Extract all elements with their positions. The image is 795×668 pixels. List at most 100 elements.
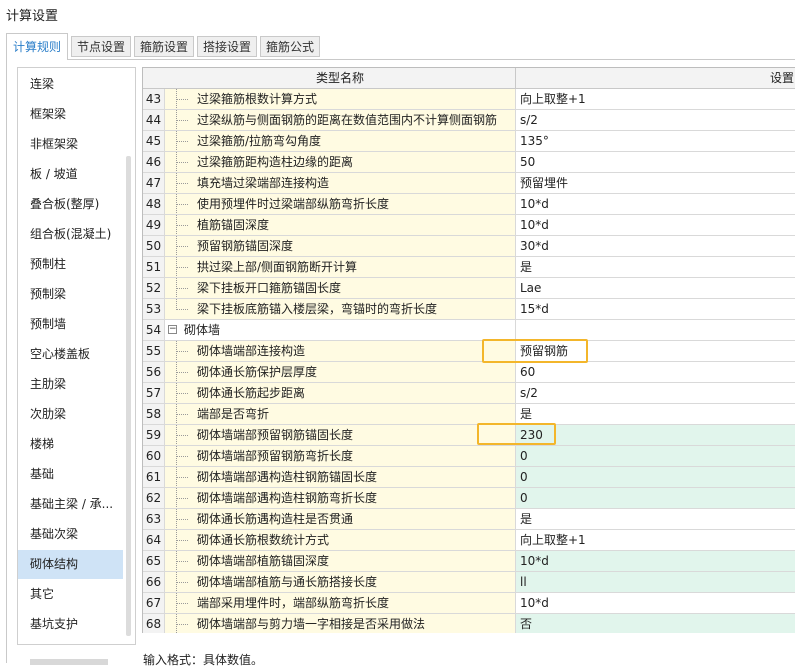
table-row[interactable]: 64 砌体通长筋根数统计方式 向上取整+1: [143, 530, 795, 551]
setting-value-cell[interactable]: 向上取整+1: [516, 89, 795, 110]
collapse-icon[interactable]: −: [168, 325, 177, 334]
sidebar-item[interactable]: 砌体结构: [18, 550, 123, 579]
table-row[interactable]: 46 过梁箍筋距构造柱边缘的距离 50: [143, 152, 795, 173]
table-row[interactable]: 65 砌体墙端部植筋锚固深度 10*d: [143, 551, 795, 572]
sidebar-item[interactable]: 基础: [18, 460, 123, 489]
sidebar-scrollbar[interactable]: [126, 156, 131, 636]
sidebar-item[interactable]: 基础主梁 / 承...: [18, 490, 123, 519]
table-row[interactable]: 56 砌体通长筋保护层厚度 60: [143, 362, 795, 383]
setting-value-cell[interactable]: 0: [516, 446, 795, 467]
setting-value-cell[interactable]: ll: [516, 572, 795, 593]
table-row[interactable]: 68 砌体墙端部与剪力墙一字相接是否采用做法 否: [143, 614, 795, 633]
setting-value-cell[interactable]: 10*d: [516, 551, 795, 572]
tab-node-settings[interactable]: 节点设置: [71, 36, 131, 57]
setting-name-cell: 砌体墙端部遇构造柱钢筋弯折长度: [165, 488, 516, 509]
sidebar-item[interactable]: 次肋梁: [18, 400, 123, 429]
row-number: 48: [143, 194, 165, 215]
sidebar-item[interactable]: 组合板(混凝土): [18, 220, 123, 249]
table-row[interactable]: 53 梁下挂板底筋锚入楼层梁，弯锚时的弯折长度 15*d: [143, 299, 795, 320]
setting-name: 填充墙过梁端部连接构造: [197, 176, 330, 190]
setting-name-cell: 梁下挂板底筋锚入楼层梁，弯锚时的弯折长度: [165, 299, 516, 320]
sidebar-item[interactable]: 空心楼盖板: [18, 340, 123, 369]
table-row[interactable]: 62 砌体墙端部遇构造柱钢筋弯折长度 0: [143, 488, 795, 509]
setting-value-cell[interactable]: Lae: [516, 278, 795, 299]
row-number: 66: [143, 572, 165, 593]
setting-value-cell[interactable]: 是: [516, 257, 795, 278]
sidebar-item[interactable]: 板 / 坡道: [18, 160, 123, 189]
row-number: 46: [143, 152, 165, 173]
setting-value-cell[interactable]: 15*d: [516, 299, 795, 320]
sidebar-horizontal-scrollbar[interactable]: [30, 659, 108, 665]
sidebar-item[interactable]: 主肋梁: [18, 370, 123, 399]
setting-value-cell[interactable]: 否: [516, 614, 795, 633]
row-number: 50: [143, 236, 165, 257]
row-number: 57: [143, 383, 165, 404]
table-row[interactable]: 59 砌体墙端部预留钢筋锚固长度 230: [143, 425, 795, 446]
setting-value-cell[interactable]: 30*d: [516, 236, 795, 257]
table-row[interactable]: 66 砌体墙端部植筋与通长筋搭接长度 ll: [143, 572, 795, 593]
setting-name: 砌体通长筋起步距离: [197, 386, 306, 400]
table-row[interactable]: 49 植筋锚固深度 10*d: [143, 215, 795, 236]
setting-value-cell[interactable]: 向上取整+1: [516, 530, 795, 551]
setting-value-cell[interactable]: 0: [516, 467, 795, 488]
table-row[interactable]: 58 端部是否弯折 是: [143, 404, 795, 425]
table-row[interactable]: 60 砌体墙端部预留钢筋弯折长度 0: [143, 446, 795, 467]
setting-value-cell[interactable]: 10*d: [516, 593, 795, 614]
setting-value-cell[interactable]: 0: [516, 488, 795, 509]
tab-lap-settings[interactable]: 搭接设置: [197, 36, 257, 57]
setting-name: 过梁箍筋距构造柱边缘的距离: [197, 155, 354, 169]
row-number: 59: [143, 425, 165, 446]
setting-value-cell[interactable]: 是: [516, 509, 795, 530]
sidebar-item[interactable]: 预制梁: [18, 280, 123, 309]
setting-value-cell[interactable]: 230: [516, 425, 795, 446]
setting-name-cell: 砌体墙端部预留钢筋弯折长度: [165, 446, 516, 467]
setting-value-cell[interactable]: 预留钢筋: [516, 341, 795, 362]
table-row[interactable]: 51 拱过梁上部/侧面钢筋断开计算 是: [143, 257, 795, 278]
setting-name: 砌体通长筋根数统计方式: [197, 533, 330, 547]
table-row[interactable]: 63 砌体通长筋遇构造柱是否贯通 是: [143, 509, 795, 530]
setting-value-cell[interactable]: 60: [516, 362, 795, 383]
sidebar-item[interactable]: 连梁: [18, 70, 123, 99]
sidebar-item[interactable]: 预制墙: [18, 310, 123, 339]
sidebar-item[interactable]: 楼梯: [18, 430, 123, 459]
sidebar-item[interactable]: 框架梁: [18, 100, 123, 129]
table-row[interactable]: 43 过梁箍筋根数计算方式 向上取整+1: [143, 89, 795, 110]
table-row[interactable]: 48 使用预埋件时过梁端部纵筋弯折长度 10*d: [143, 194, 795, 215]
setting-value-cell[interactable]: s/2: [516, 110, 795, 131]
settings-table: 类型名称 设置 43 过梁箍筋根数计算方式 向上取整+1 44 过梁纵筋与侧面钢筋的距离…: [142, 67, 795, 633]
table-row[interactable]: 47 填充墙过梁端部连接构造 预留埋件: [143, 173, 795, 194]
setting-name-cell: 过梁箍筋根数计算方式: [165, 89, 516, 110]
setting-name-cell: 砌体墙端部遇构造柱钢筋锚固长度: [165, 467, 516, 488]
table-row[interactable]: 57 砌体通长筋起步距离 s/2: [143, 383, 795, 404]
setting-name: 过梁箍筋根数计算方式: [197, 92, 318, 106]
setting-value-cell[interactable]: 10*d: [516, 215, 795, 236]
sidebar-item[interactable]: 非框架梁: [18, 130, 123, 159]
table-row[interactable]: 67 端部采用埋件时，端部纵筋弯折长度 10*d: [143, 593, 795, 614]
setting-value-cell[interactable]: 50: [516, 152, 795, 173]
setting-value-cell[interactable]: 预留埋件: [516, 173, 795, 194]
sidebar-item[interactable]: 其它: [18, 580, 123, 609]
table-row[interactable]: 50 预留钢筋锚固深度 30*d: [143, 236, 795, 257]
tab-calc-rules[interactable]: 计算规则: [6, 33, 68, 60]
setting-name-cell: 砌体墙端部植筋锚固深度: [165, 551, 516, 572]
table-row[interactable]: 44 过梁纵筋与侧面钢筋的距离在数值范围内不计算侧面钢筋 s/2: [143, 110, 795, 131]
setting-name: 端部是否弯折: [197, 407, 270, 421]
table-row[interactable]: 54− 砌体墙: [143, 320, 795, 341]
setting-name: 拱过梁上部/侧面钢筋断开计算: [197, 260, 358, 274]
tab-stirrup-formula[interactable]: 箍筋公式: [260, 36, 320, 57]
setting-value-cell[interactable]: 135°: [516, 131, 795, 152]
sidebar-item[interactable]: 基坑支护: [18, 610, 123, 639]
setting-value-cell[interactable]: 10*d: [516, 194, 795, 215]
table-row[interactable]: 45 过梁箍筋/拉筋弯勾角度 135°: [143, 131, 795, 152]
sidebar-item[interactable]: 叠合板(整厚): [18, 190, 123, 219]
table-row[interactable]: 55 砌体墙端部连接构造 预留钢筋: [143, 341, 795, 362]
setting-name-cell: 填充墙过梁端部连接构造: [165, 173, 516, 194]
table-row[interactable]: 61 砌体墙端部遇构造柱钢筋锚固长度 0: [143, 467, 795, 488]
sidebar-item[interactable]: 预制柱: [18, 250, 123, 279]
sidebar-item[interactable]: 基础次梁: [18, 520, 123, 549]
setting-value-cell[interactable]: s/2: [516, 383, 795, 404]
tab-stirrup-settings[interactable]: 箍筋设置: [134, 36, 194, 57]
setting-name-cell: 砌体通长筋遇构造柱是否贯通: [165, 509, 516, 530]
setting-value-cell[interactable]: 是: [516, 404, 795, 425]
table-row[interactable]: 52 梁下挂板开口箍筋锚固长度 Lae: [143, 278, 795, 299]
